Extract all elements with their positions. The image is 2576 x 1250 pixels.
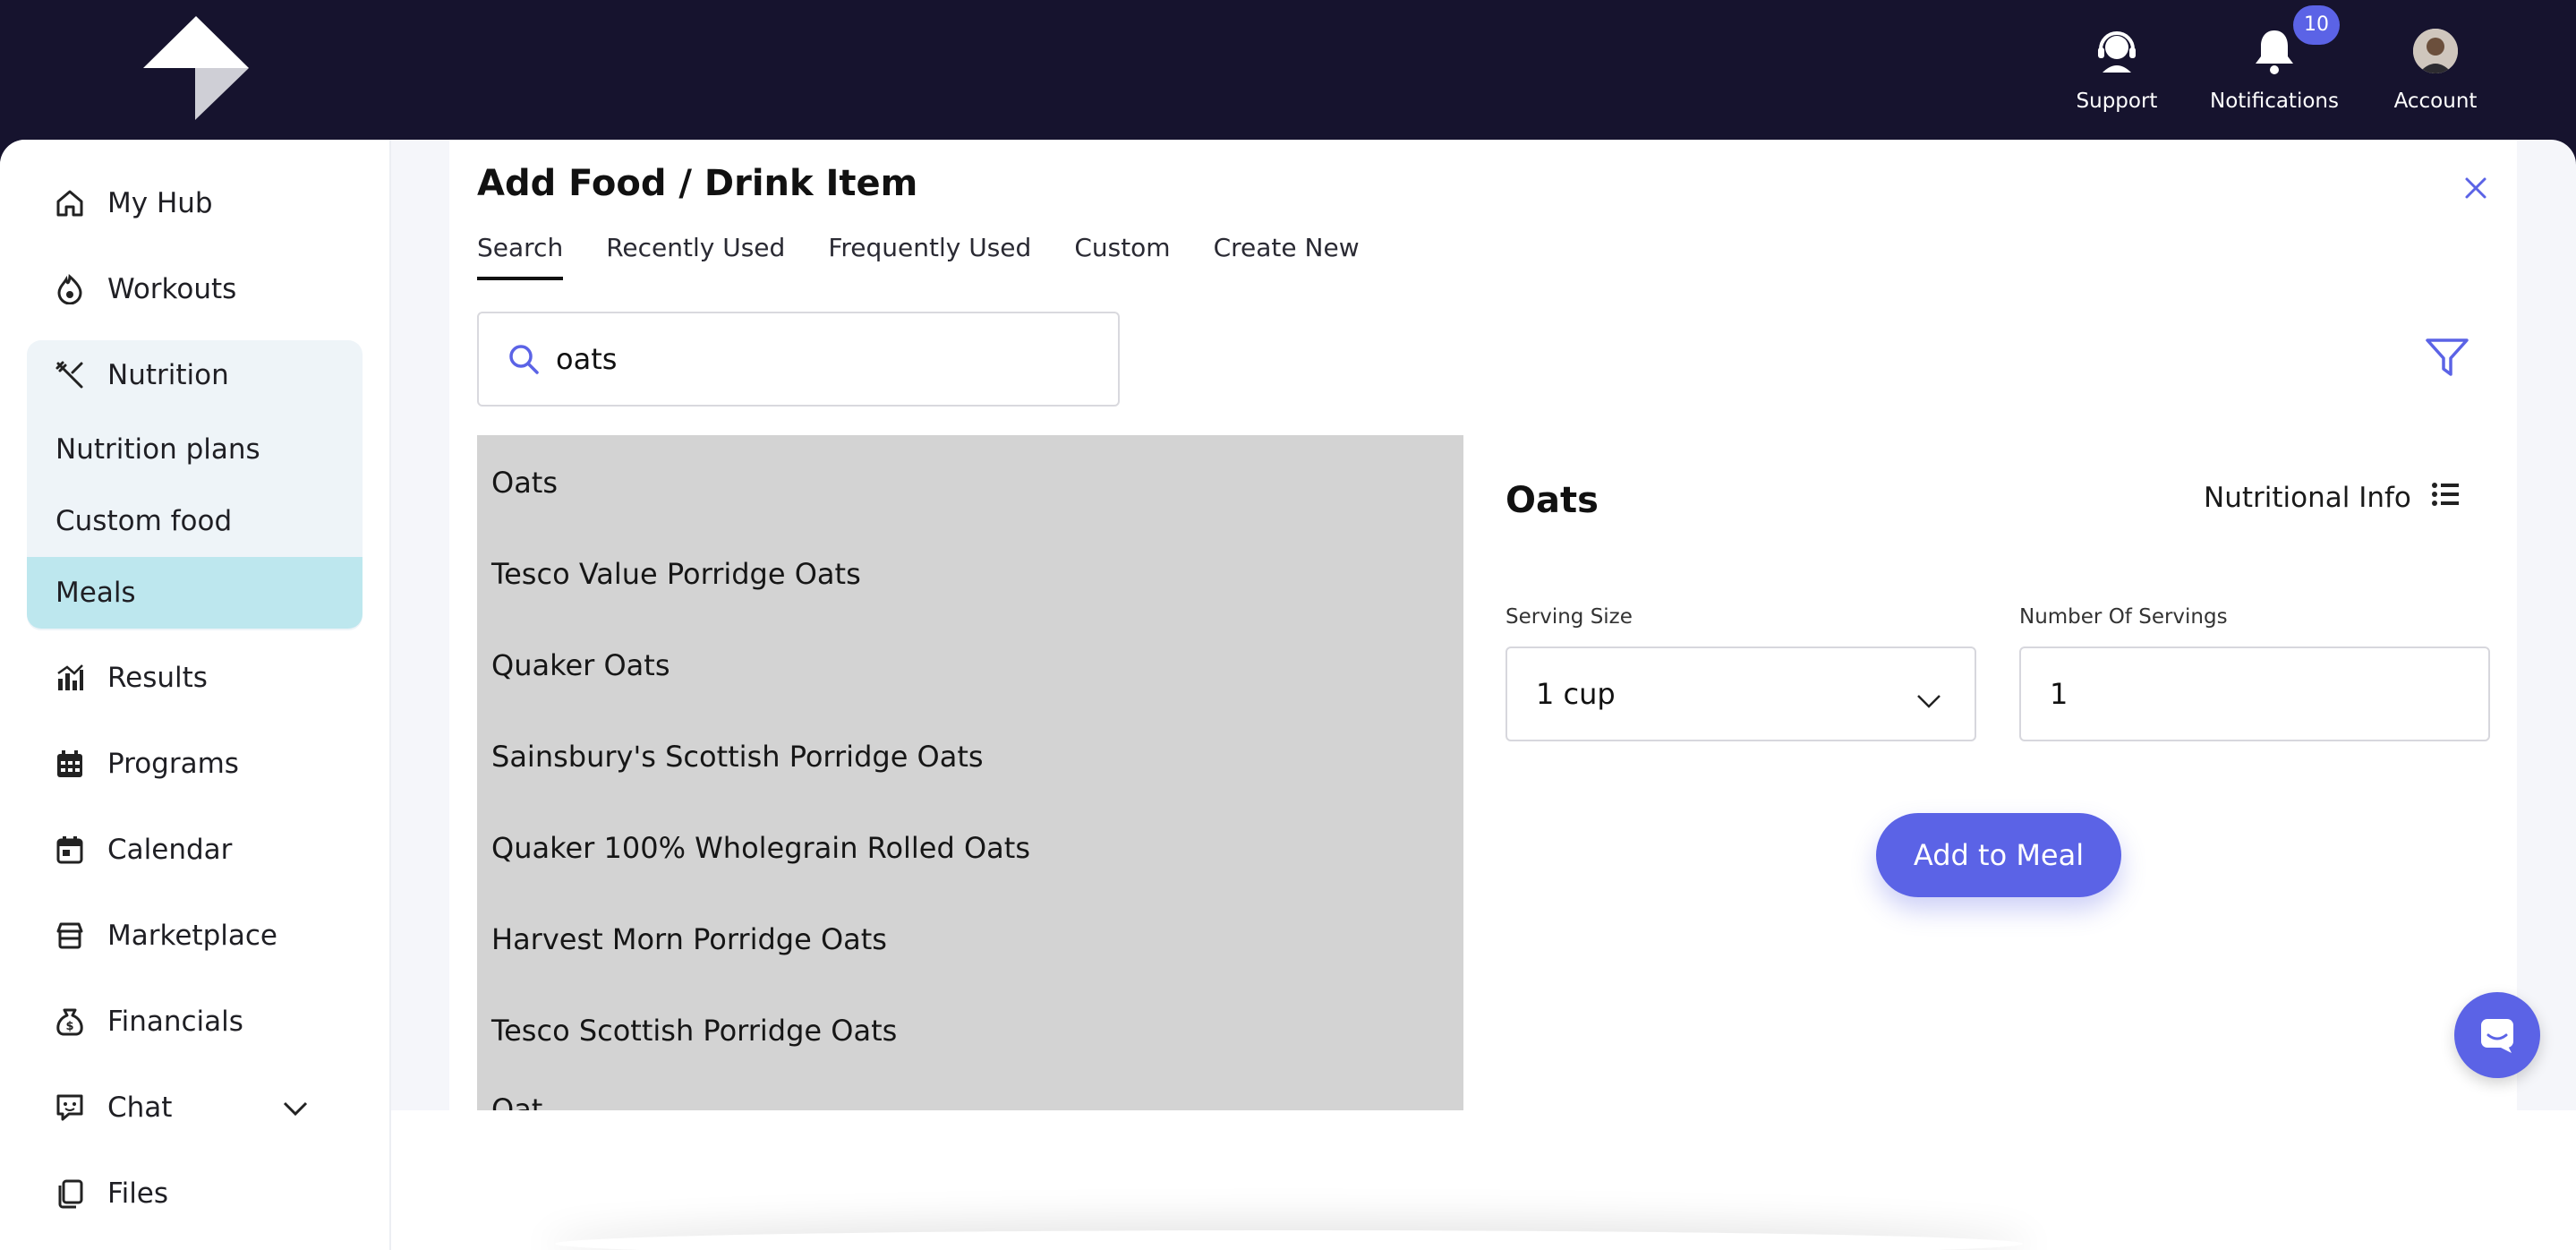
tab-recently-used[interactable]: Recently Used: [606, 233, 785, 280]
sidebar-item-label: Chat: [107, 1092, 173, 1124]
dialog-tabs: Search Recently Used Frequently Used Cus…: [477, 233, 1360, 280]
sidebar-sub-nutrition-plans[interactable]: Nutrition plans: [27, 414, 363, 485]
svg-text:$: $: [65, 1020, 73, 1033]
result-item[interactable]: Quaker Oats: [491, 648, 670, 682]
nutritional-info-label: Nutritional Info: [2204, 482, 2411, 514]
nutritional-info-button[interactable]: Nutritional Info: [2204, 482, 2460, 514]
serving-size-value: 1 cup: [1536, 677, 1616, 711]
close-icon[interactable]: [2460, 172, 2492, 204]
serving-size-select[interactable]: 1 cup: [1506, 646, 1976, 741]
chevron-down-icon[interactable]: [282, 1092, 309, 1124]
sidebar-item-label: Results: [107, 662, 208, 694]
search-input[interactable]: [556, 342, 1093, 376]
sidebar-item-marketplace[interactable]: Marketplace: [27, 901, 363, 971]
app-frame: My Hub Workouts Nutrition Nutrition plan…: [0, 140, 2576, 1250]
dialog-title: Add Food / Drink Item: [477, 163, 918, 204]
result-item[interactable]: Tesco Value Porridge Oats: [491, 557, 861, 591]
result-item[interactable]: Harvest Morn Porridge Oats: [491, 922, 887, 956]
search-results-list: Oats Tesco Value Porridge Oats Quaker Oa…: [477, 435, 1463, 1110]
sidebar-item-chat[interactable]: Chat: [27, 1073, 363, 1143]
money-bag-icon: $: [54, 1006, 86, 1038]
sidebar-item-calendar[interactable]: Calendar: [27, 815, 363, 885]
flame-icon: [54, 273, 86, 305]
sidebar-item-label: Calendar: [107, 834, 233, 866]
notifications-label: Notifications: [2210, 90, 2339, 113]
files-icon: [54, 1177, 86, 1210]
servings-label: Number Of Servings: [2019, 605, 2228, 629]
sidebar-item-my-hub[interactable]: My Hub: [27, 168, 363, 238]
sidebar-item-files[interactable]: Files: [27, 1159, 363, 1229]
sidebar-item-label: My Hub: [107, 187, 213, 219]
result-item[interactable]: Sainsbury's Scottish Porridge Oats: [491, 740, 984, 774]
search-icon: [506, 341, 542, 377]
content-footer: [391, 1110, 2576, 1250]
servings-field[interactable]: 1: [2019, 646, 2490, 741]
list-icon: [2431, 482, 2460, 514]
sidebar-item-workouts[interactable]: Workouts: [27, 254, 363, 324]
sidebar-item-label: Programs: [107, 748, 239, 780]
notifications-badge: 10: [2293, 5, 2340, 45]
tab-custom[interactable]: Custom: [1074, 233, 1170, 280]
sidebar-item-programs[interactable]: Programs: [27, 729, 363, 799]
top-bar: Support 10 Notifications Account: [0, 0, 2576, 141]
utensils-icon: [54, 359, 86, 391]
calendar-grid-icon: [54, 748, 86, 780]
store-icon: [54, 920, 86, 952]
chevron-down-icon: [1915, 682, 1942, 716]
selected-food-name: Oats: [1506, 480, 1599, 521]
search-box: [477, 312, 1120, 407]
account-label: Account: [2393, 90, 2478, 113]
add-to-meal-button[interactable]: Add to Meal: [1876, 813, 2121, 897]
app-logo[interactable]: [141, 14, 251, 122]
support-button[interactable]: Support: [2041, 23, 2193, 113]
headset-icon: [2041, 23, 2193, 79]
chat-icon: [54, 1092, 86, 1124]
sidebar-item-label: Financials: [107, 1006, 243, 1038]
notifications-button[interactable]: 10 Notifications: [2198, 5, 2350, 113]
sidebar-sub-meals[interactable]: Meals: [27, 557, 363, 629]
result-item[interactable]: Oat...: [491, 1092, 570, 1110]
sidebar-item-label: Files: [107, 1177, 169, 1210]
result-item[interactable]: Tesco Scottish Porridge Oats: [491, 1014, 897, 1048]
bell-icon: 10: [2198, 5, 2350, 79]
serving-size-label: Serving Size: [1506, 605, 1633, 629]
sidebar-item-financials[interactable]: $ Financials: [27, 987, 363, 1057]
chat-launcher-icon[interactable]: [2454, 992, 2540, 1078]
result-item[interactable]: Oats: [491, 466, 558, 500]
home-icon: [54, 187, 86, 219]
sidebar-item-nutrition[interactable]: Nutrition: [27, 340, 363, 410]
account-button[interactable]: Account: [2359, 23, 2512, 113]
tab-create-new[interactable]: Create New: [1214, 233, 1360, 280]
chart-icon: [54, 662, 86, 694]
avatar: [2413, 29, 2458, 73]
result-item[interactable]: Quaker 100% Wholegrain Rolled Oats: [491, 831, 1030, 865]
calendar-icon: [54, 834, 86, 866]
sidebar-item-label: Workouts: [107, 273, 237, 305]
filter-icon[interactable]: [2424, 337, 2470, 380]
sidebar-item-label: Marketplace: [107, 920, 277, 952]
bottom-shadow: [555, 1230, 2023, 1250]
sidebar-sub-custom-food[interactable]: Custom food: [27, 485, 363, 557]
sidebar: My Hub Workouts Nutrition Nutrition plan…: [0, 140, 391, 1250]
sidebar-item-results[interactable]: Results: [27, 643, 363, 713]
servings-value: 1: [2050, 677, 2068, 711]
tab-frequently-used[interactable]: Frequently Used: [828, 233, 1031, 280]
sidebar-item-label: Nutrition: [107, 359, 229, 391]
support-label: Support: [2076, 90, 2158, 113]
tab-search[interactable]: Search: [477, 233, 564, 280]
